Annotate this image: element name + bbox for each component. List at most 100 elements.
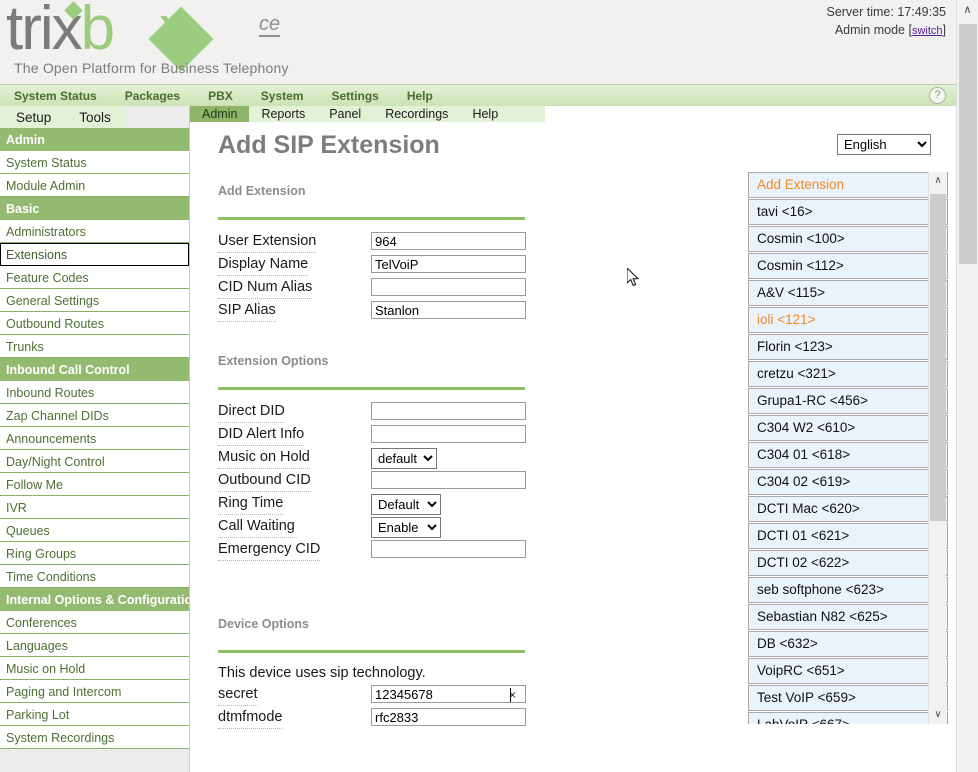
main-nav-item-packages[interactable]: Packages xyxy=(111,85,194,106)
sidebar-item-music-on-hold[interactable]: Music on Hold xyxy=(0,657,189,680)
sidebar-item-conferences[interactable]: Conferences xyxy=(0,611,189,634)
control-wrapper: × xyxy=(371,685,526,704)
main-nav-item-system[interactable]: System xyxy=(247,85,318,106)
extension-list-item[interactable]: Florin <123> xyxy=(748,334,948,360)
input-direct-did[interactable] xyxy=(371,402,526,420)
switch-mode-link[interactable]: switch xyxy=(912,25,943,37)
extension-list-item[interactable]: DCTI 01 <621> xyxy=(748,523,948,549)
tab-reports[interactable]: Reports xyxy=(249,106,317,122)
select-music-on-hold[interactable]: default xyxy=(371,448,437,469)
input-did-alert-info[interactable] xyxy=(371,425,526,443)
extension-scroll-down-icon[interactable]: ∨ xyxy=(929,706,947,724)
sidebar-item-outbound-routes[interactable]: Outbound Routes xyxy=(0,312,189,335)
input-display-name[interactable] xyxy=(371,255,526,273)
sidebar-item-system-recordings[interactable]: System Recordings xyxy=(0,726,189,749)
sidebar-menu: Admin System Status Module Admin Basic Admin… xyxy=(0,128,189,749)
main-nav-item-pbx[interactable]: PBX xyxy=(194,85,247,108)
extension-list-item[interactable]: seb softphone <623> xyxy=(748,577,948,603)
extension-scroll-thumb[interactable] xyxy=(930,194,946,521)
sidebar-item-languages[interactable]: Languages xyxy=(0,634,189,657)
extension-scroll-up-icon[interactable]: ∧ xyxy=(929,172,947,190)
input-dtmfmode[interactable] xyxy=(371,708,526,726)
extension-list-item[interactable]: A&V <115> xyxy=(748,280,948,306)
label-call-waiting: Call Waiting xyxy=(218,517,295,538)
input-sip-alias[interactable] xyxy=(371,301,526,319)
tab-admin[interactable]: Admin xyxy=(190,106,250,122)
sidebar-item-ring-groups[interactable]: Ring Groups xyxy=(0,542,189,565)
server-info: Server time: 17:49:35 Admin mode [switch… xyxy=(826,3,946,40)
select-call-waiting[interactable]: EnableDisable xyxy=(371,517,441,538)
extension-list-item[interactable]: Cosmin <100> xyxy=(748,226,948,252)
language-select[interactable]: English xyxy=(837,134,931,155)
extension-list-item[interactable]: Cosmin <112> xyxy=(748,253,948,279)
main-nav-item-settings[interactable]: Settings xyxy=(317,85,392,106)
extension-list-item[interactable]: DCTI Mac <620> xyxy=(748,496,948,522)
sidebar-item-module-admin[interactable]: Module Admin xyxy=(0,174,189,197)
extension-list-item[interactable]: tavi <16> xyxy=(748,199,948,225)
extension-list-item[interactable]: VoipRC <651> xyxy=(748,658,948,684)
extension-list-item[interactable]: ioli <121> xyxy=(748,307,948,333)
control-wrapper xyxy=(371,402,526,421)
sidebar-item-time-conditions[interactable]: Time Conditions xyxy=(0,565,189,588)
form-row: Direct DID xyxy=(218,402,526,425)
control-wrapper xyxy=(371,471,526,490)
page-scroll-up-icon[interactable]: ∧ xyxy=(957,0,978,21)
input-secret[interactable] xyxy=(371,685,526,703)
input-emergency-cid[interactable] xyxy=(371,540,526,558)
label-cid-num-alias: CID Num Alias xyxy=(218,278,313,299)
extension-list-item[interactable]: cretzu <321> xyxy=(748,361,948,387)
sidebar-item-general-settings[interactable]: General Settings xyxy=(0,289,189,312)
sidebar-item-announcements[interactable]: Announcements xyxy=(0,427,189,450)
sidebar-group-basic: Basic xyxy=(0,197,189,220)
sidebar-item-queues[interactable]: Queues xyxy=(0,519,189,542)
admin-mode-bracket: ] xyxy=(942,23,946,37)
tab-recordings[interactable]: Recordings xyxy=(373,106,460,122)
input-outbound-cid[interactable] xyxy=(371,471,526,489)
sidebar-item-ivr[interactable]: IVR xyxy=(0,496,189,519)
logo-text-b: b xyxy=(80,0,116,63)
help-question-icon[interactable]: ? xyxy=(929,87,946,104)
sidebar-item-extensions[interactable]: Extensions xyxy=(0,243,189,266)
input-user-extension[interactable] xyxy=(371,232,526,250)
section-divider xyxy=(218,650,525,653)
input-cid-num-alias[interactable] xyxy=(371,278,526,296)
extension-list-item[interactable]: C304 01 <618> xyxy=(748,442,948,468)
add-extension-link[interactable]: Add Extension xyxy=(748,172,948,198)
sidebar-tab-setup[interactable]: Setup xyxy=(0,106,63,127)
sidebar-item-system-status[interactable]: System Status xyxy=(0,151,189,174)
extension-list-item[interactable]: DB <632> xyxy=(748,631,948,657)
sidebar-item-feature-codes[interactable]: Feature Codes xyxy=(0,266,189,289)
page-scrollbar[interactable]: ∧ xyxy=(956,0,978,772)
sidebar-item-parking-lot[interactable]: Parking Lot xyxy=(0,703,189,726)
extension-list-item[interactable]: DCTI 02 <622> xyxy=(748,550,948,576)
sidebar-item-paging-and-intercom[interactable]: Paging and Intercom xyxy=(0,680,189,703)
admin-mode-row: Admin mode [switch] xyxy=(826,21,946,40)
server-time: Server time: 17:49:35 xyxy=(826,5,946,19)
sidebar-tab-tools[interactable]: Tools xyxy=(63,106,123,127)
page-scroll-thumb[interactable] xyxy=(959,24,977,264)
form-row: Emergency CID xyxy=(218,540,526,563)
extension-list-item[interactable]: C304 02 <619> xyxy=(748,469,948,495)
sidebar-item-inbound-routes[interactable]: Inbound Routes xyxy=(0,381,189,404)
tab-help[interactable]: Help xyxy=(460,106,510,122)
sidebar-item-day-night-control[interactable]: Day/Night Control xyxy=(0,450,189,473)
select-ring-time[interactable]: Default xyxy=(371,494,441,515)
sidebar-item-follow-me[interactable]: Follow Me xyxy=(0,473,189,496)
form-row: Music on Hold default xyxy=(218,448,525,471)
main-nav-item-system-status[interactable]: System Status xyxy=(0,85,111,106)
language-selector[interactable]: English xyxy=(837,134,931,155)
form-row: Call Waiting EnableDisable xyxy=(218,517,525,540)
control-wrapper: Default xyxy=(371,494,441,515)
trixbox-logo[interactable]: trixbx ce The Open Platform for Business… xyxy=(6,0,306,78)
extension-list-item[interactable]: Test VoIP <659> xyxy=(748,685,948,711)
sidebar-item-trunks[interactable]: Trunks xyxy=(0,335,189,358)
tab-panel[interactable]: Panel xyxy=(317,106,373,122)
sidebar-item-administrators[interactable]: Administrators xyxy=(0,220,189,243)
main-nav-item-help[interactable]: Help xyxy=(393,85,447,106)
extension-list-scrollbar[interactable]: ∧ ∨ xyxy=(928,172,947,724)
extension-list-item[interactable]: Sebastian N82 <625> xyxy=(748,604,948,630)
sidebar-item-zap-channel-dids[interactable]: Zap Channel DIDs xyxy=(0,404,189,427)
extension-list-item[interactable]: Grupa1-RC <456> xyxy=(748,388,948,414)
extension-list-item[interactable]: LabVoIP <667> xyxy=(748,712,948,724)
extension-list-item[interactable]: C304 W2 <610> xyxy=(748,415,948,441)
